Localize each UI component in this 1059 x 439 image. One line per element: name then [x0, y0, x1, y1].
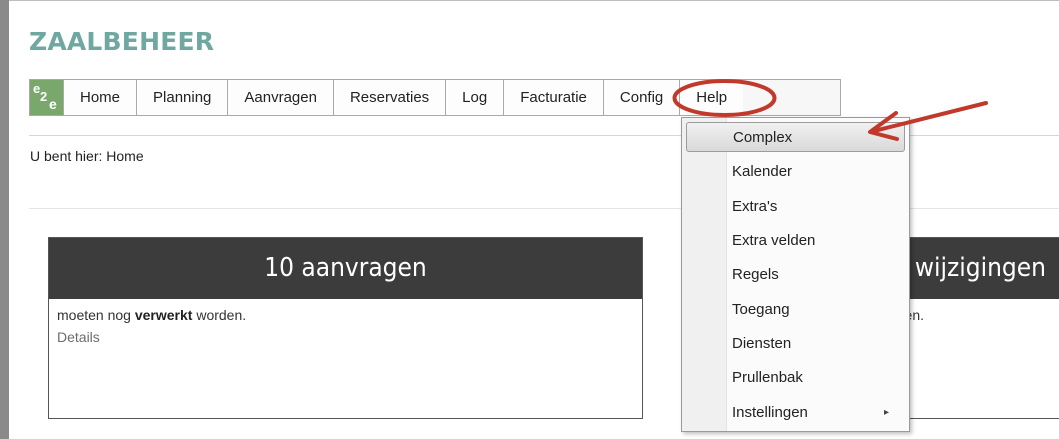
menu-item-diensten[interactable]: Diensten: [686, 329, 905, 359]
nav-help[interactable]: Help: [680, 80, 744, 115]
app-title: ZAALBEHEER: [29, 27, 215, 56]
config-dropdown-menu: Complex Kalender Extra's Extra velden Re…: [681, 117, 910, 432]
menu-item-extra-velden[interactable]: Extra velden: [686, 226, 905, 256]
requests-card: 10 aanvragen moeten nog verwerkt worden.…: [48, 237, 643, 419]
requests-details-link[interactable]: Details: [57, 329, 100, 345]
requests-card-title: 10 aanvragen: [49, 238, 642, 299]
nav-config[interactable]: Config: [603, 80, 681, 115]
nav-facturatie[interactable]: Facturatie: [504, 80, 604, 115]
nav-planning[interactable]: Planning: [137, 80, 229, 115]
submenu-arrow-icon: ▸: [883, 407, 889, 418]
menu-item-extras[interactable]: Extra's: [686, 192, 905, 222]
nav-home[interactable]: Home: [64, 80, 138, 115]
nav-reservaties[interactable]: Reservaties: [333, 80, 447, 115]
breadcrumb: U bent hier: Home: [30, 148, 144, 164]
requests-card-description: moeten nog verwerkt worden.: [57, 307, 247, 323]
main-nav: e2e Home Planning Aanvragen Reservaties …: [29, 79, 841, 116]
menu-item-instellingen[interactable]: Instellingen ▸: [686, 398, 905, 428]
menu-item-prullenbak[interactable]: Prullenbak: [686, 363, 905, 393]
nav-aanvragen[interactable]: Aanvragen: [228, 80, 334, 115]
window-top-border: [9, 0, 1059, 7]
menu-item-kalender[interactable]: Kalender: [686, 157, 905, 187]
menu-item-regels[interactable]: Regels: [686, 260, 905, 290]
nav-log[interactable]: Log: [446, 80, 505, 115]
menu-item-complex[interactable]: Complex: [686, 122, 905, 152]
logo-icon[interactable]: e2e: [30, 80, 64, 115]
menu-item-toegang[interactable]: Toegang: [686, 295, 905, 325]
menu-item-instellingen-label: Instellingen: [732, 404, 808, 421]
window-left-border: [0, 0, 9, 439]
